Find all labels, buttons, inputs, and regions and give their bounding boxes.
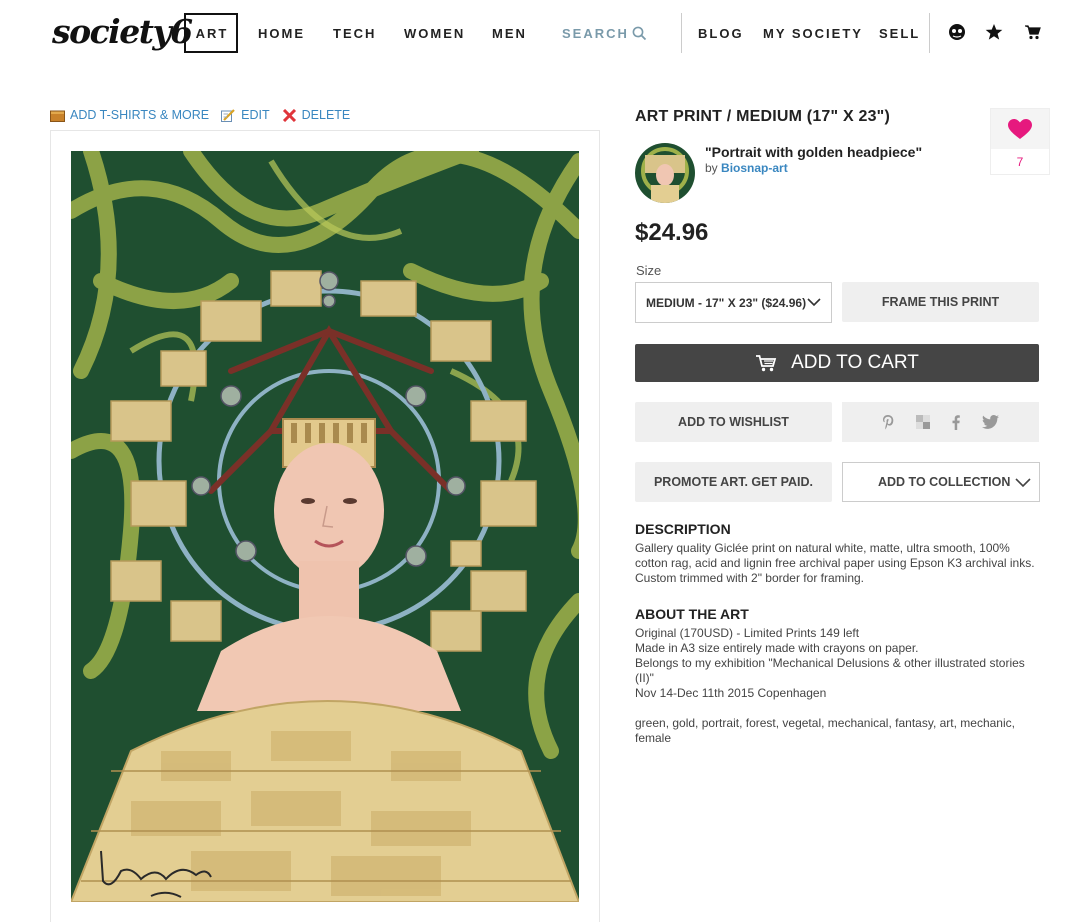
edit-icon (221, 108, 235, 122)
art-title: "Portrait with golden headpiece" (705, 144, 923, 160)
frame-this-print-button[interactable]: FRAME THIS PRINT (842, 282, 1039, 322)
nav-women[interactable]: WOMEN (404, 26, 465, 41)
by-prefix: by (705, 161, 718, 175)
promote-art-button[interactable]: PROMOTE ART. GET PAID. (635, 462, 832, 502)
delete-link[interactable]: DELETE (282, 108, 351, 122)
add-tshirts-link[interactable]: ADD T-SHIRTS & MORE (50, 108, 209, 122)
nav-home[interactable]: HOME (258, 26, 305, 41)
chevron-down-icon (1015, 478, 1031, 488)
nav-my-society[interactable]: MY SOCIETY (763, 26, 863, 41)
facebook-icon[interactable] (952, 414, 960, 430)
search-icon (632, 26, 647, 41)
about-line: Original (170USD) - Limited Prints 149 l… (635, 626, 860, 640)
cart-icon[interactable] (1024, 23, 1042, 41)
about-heading: ABOUT THE ART (635, 606, 749, 622)
description-heading: DESCRIPTION (635, 521, 731, 537)
size-select[interactable]: MEDIUM - 17" X 23" ($24.96) (635, 282, 832, 323)
tumblr-icon[interactable] (916, 415, 930, 429)
about-line: Nov 14-Dec 11th 2015 Copenhagen (635, 686, 827, 700)
nav-divider (681, 13, 682, 53)
add-tshirts-label: ADD T-SHIRTS & MORE (70, 108, 210, 122)
about-line: Made in A3 size entirely made with crayo… (635, 641, 919, 655)
add-to-cart-button[interactable]: ADD TO CART (635, 344, 1039, 382)
edit-label: EDIT (241, 108, 270, 122)
nav-tech[interactable]: TECH (333, 26, 376, 41)
about-line: Belongs to my exhibition "Mechanical Del… (635, 656, 1025, 685)
nav-search[interactable]: SEARCH (562, 26, 647, 41)
artist-link[interactable]: Biosnap-art (721, 161, 788, 175)
art-actions-bar: ADD T-SHIRTS & MORE EDIT DELETE (50, 108, 350, 122)
star-icon[interactable] (985, 23, 1003, 41)
delete-label: DELETE (301, 108, 351, 122)
add-to-cart-label: ADD TO CART (791, 352, 919, 373)
share-bar (842, 402, 1039, 442)
description-text: Gallery quality Giclée print on natural … (635, 541, 1035, 585)
like-count: 7 (1016, 155, 1024, 169)
twitter-icon[interactable] (982, 415, 999, 429)
size-label: Size (636, 263, 662, 278)
nav-divider (929, 13, 930, 53)
delete-x-icon (282, 108, 296, 122)
nav-men[interactable]: MEN (492, 26, 527, 41)
like-button[interactable]: 7 (990, 108, 1050, 175)
artwork-image[interactable] (71, 151, 579, 902)
pinterest-icon[interactable] (882, 414, 894, 430)
heart-container (991, 109, 1049, 149)
nav-sell[interactable]: SELL (879, 26, 920, 41)
search-label: SEARCH (562, 26, 629, 41)
size-select-value: MEDIUM - 17" X 23" ($24.96) (646, 295, 806, 310)
about-text: Original (170USD) - Limited Prints 149 l… (635, 626, 1045, 701)
add-to-collection-button[interactable]: ADD TO COLLECTION (842, 462, 1040, 502)
edit-link[interactable]: EDIT (221, 108, 270, 122)
artwork-thumbnail[interactable] (635, 143, 695, 203)
add-to-collection-label: ADD TO COLLECTION (878, 475, 1011, 489)
avatar-icon[interactable] (948, 23, 966, 41)
tags-text: green, gold, portrait, forest, vegetal, … (635, 716, 1015, 745)
cart-icon (756, 355, 777, 372)
add-to-wishlist-button[interactable]: ADD TO WISHLIST (635, 402, 832, 442)
nav-art[interactable]: ART (184, 13, 238, 53)
product-type-heading: ART PRINT / MEDIUM (17" X 23") (635, 108, 890, 125)
society6-logo[interactable]: society6 (52, 12, 193, 51)
nav-blog[interactable]: BLOG (698, 26, 744, 41)
heart-icon (1008, 118, 1032, 139)
box-icon (50, 110, 65, 122)
chevron-down-icon (807, 298, 821, 307)
artist-byline: by Biosnap-art (705, 161, 788, 175)
price: $24.96 (635, 219, 709, 246)
